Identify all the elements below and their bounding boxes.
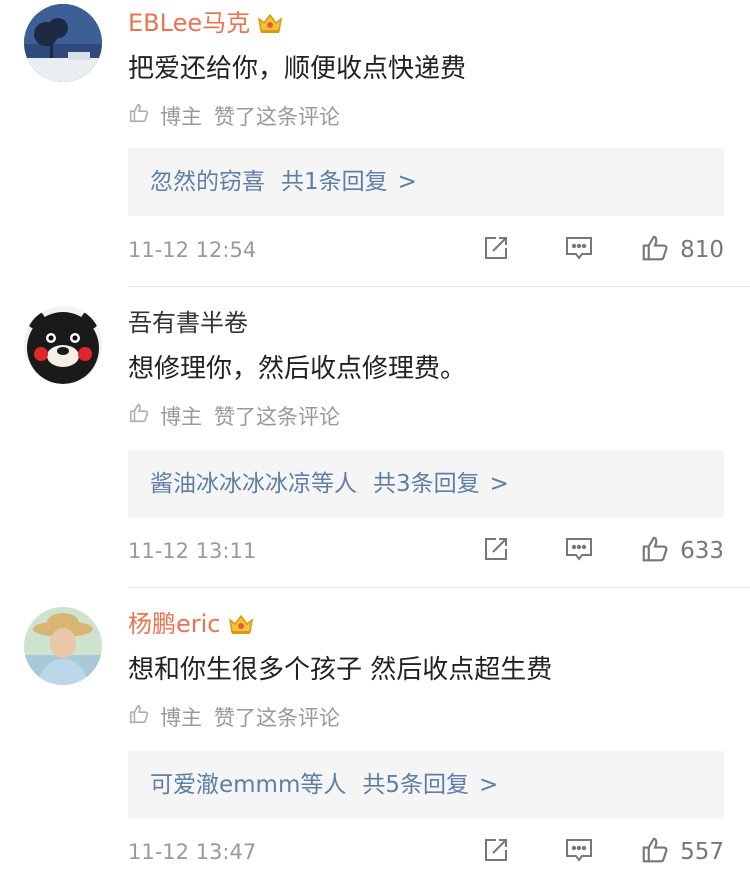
chevron-right-icon: > [397, 169, 417, 195]
comment-content: 想修理你，然后收点修理费。 [128, 354, 467, 384]
reply-count[interactable]: 共1条回复 [281, 169, 388, 195]
share-icon [482, 234, 510, 266]
replies-link[interactable]: 酱油冰冰冰冰凉等人 共3条回复 > [128, 450, 724, 518]
author-liked-note: 博主 赞了这条评论 [128, 703, 340, 732]
comment-meta: 11-12 13:11 633 [128, 533, 724, 569]
comment-meta: 11-12 12:54 810 [128, 232, 724, 268]
avatar[interactable] [24, 4, 102, 82]
reply-count[interactable]: 共3条回复 [373, 471, 480, 497]
author-role: 博主 [160, 705, 202, 730]
comment-actions: 633 [482, 534, 724, 568]
author-role: 博主 [160, 104, 202, 129]
comment-icon [564, 836, 594, 868]
divider [128, 286, 750, 287]
comment-item: EBLee马克 把爱还给你，顺便收点快递费 博主 赞了这条评论 忽然的窃喜 共1条… [0, 0, 750, 286]
author-liked-text: 赞了这条评论 [214, 404, 340, 429]
username[interactable]: EBLee马克 [128, 8, 284, 42]
vip-crown-icon [227, 612, 255, 643]
share-button[interactable] [482, 234, 510, 266]
share-icon [482, 535, 510, 567]
comment-button[interactable] [564, 535, 594, 567]
timestamp: 11-12 12:54 [128, 238, 257, 262]
vip-crown-icon [256, 11, 284, 42]
comment-button[interactable] [564, 234, 594, 266]
thumbs-up-icon [640, 534, 670, 568]
like-count: 810 [680, 237, 724, 263]
share-button[interactable] [482, 836, 510, 868]
replies-link[interactable]: 忽然的窃喜 共1条回复 > [128, 148, 724, 216]
reply-names[interactable]: 忽然的窃喜 [150, 169, 265, 195]
comment-icon [564, 234, 594, 266]
comment-actions: 557 [482, 835, 724, 869]
like-button[interactable]: 557 [640, 835, 724, 869]
author-liked-text: 赞了这条评论 [214, 104, 340, 129]
thumbs-up-icon [640, 233, 670, 267]
comment-content: 想和你生很多个孩子 然后收点超生费 [128, 655, 553, 685]
divider [128, 587, 750, 588]
comment-content: 把爱还给你，顺便收点快递费 [128, 54, 467, 84]
comment-item: 杨鹏eric 想和你生很多个孩子 然后收点超生费 博主 赞了这条评论 可爱澈em… [0, 601, 750, 867]
author-liked-note: 博主 赞了这条评论 [128, 102, 340, 131]
username-text[interactable]: 吾有書半卷 [128, 309, 248, 337]
author-role: 博主 [160, 404, 202, 429]
thumbs-up-small-icon [128, 703, 150, 732]
avatar[interactable] [24, 607, 102, 685]
timestamp: 11-12 13:11 [128, 539, 257, 563]
avatar[interactable] [24, 306, 102, 384]
comment-actions: 810 [482, 233, 724, 267]
comment-item: 吾有書半卷 想修理你，然后收点修理费。 博主 赞了这条评论 酱油冰冰冰冰凉等人共… [0, 300, 750, 586]
like-button[interactable]: 633 [640, 534, 724, 568]
thumbs-up-small-icon [128, 102, 150, 131]
reply-count[interactable]: 共5条回复 [362, 772, 469, 798]
reply-names[interactable]: 酱油冰冰冰冰凉等人 [150, 471, 357, 497]
thumbs-up-small-icon [128, 402, 150, 431]
username[interactable]: 吾有書半卷 [128, 308, 248, 338]
like-count: 557 [680, 839, 724, 865]
username-text[interactable]: EBLee马克 [128, 9, 250, 37]
reply-names[interactable]: 可爱澈emmm等人 [150, 772, 346, 798]
username-text[interactable]: 杨鹏eric [128, 610, 221, 638]
thumbs-up-icon [640, 835, 670, 869]
like-count: 633 [680, 538, 724, 564]
comment-meta: 11-12 13:47 557 [128, 834, 724, 870]
chevron-right-icon: > [479, 772, 499, 798]
like-button[interactable]: 810 [640, 233, 724, 267]
timestamp: 11-12 13:47 [128, 840, 257, 864]
replies-link[interactable]: 可爱澈emmm等人 共5条回复 > [128, 751, 724, 819]
username[interactable]: 杨鹏eric [128, 609, 255, 643]
chevron-right-icon: > [489, 471, 509, 497]
author-liked-note: 博主 赞了这条评论 [128, 402, 340, 431]
share-icon [482, 836, 510, 868]
comment-button[interactable] [564, 836, 594, 868]
comment-icon [564, 535, 594, 567]
author-liked-text: 赞了这条评论 [214, 705, 340, 730]
share-button[interactable] [482, 535, 510, 567]
